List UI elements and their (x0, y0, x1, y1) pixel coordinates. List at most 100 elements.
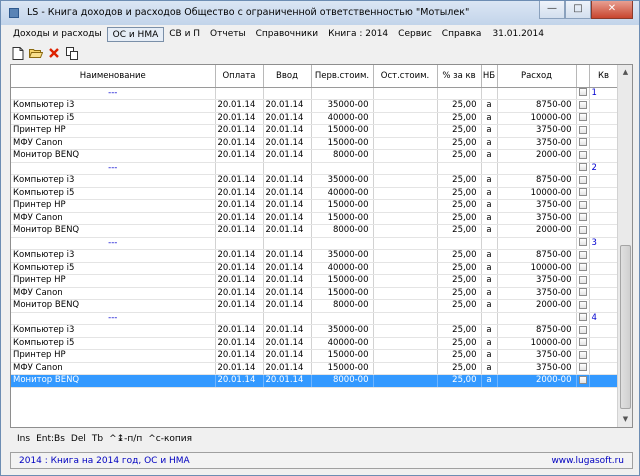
row-checkbox[interactable] (578, 250, 587, 259)
row-checkbox-cell[interactable] (576, 374, 590, 388)
scroll-down-icon[interactable]: ▼ (618, 412, 632, 427)
close-button[interactable]: ✕ (591, 1, 633, 19)
row-checkbox-cell[interactable] (576, 174, 590, 188)
menu-item-1[interactable]: ОС и НМА (106, 26, 165, 42)
column-header-2[interactable]: Ввод (263, 65, 312, 88)
row-checkbox-cell[interactable] (576, 212, 590, 225)
row-checkbox[interactable] (578, 188, 587, 196)
row-checkbox[interactable] (578, 238, 587, 246)
column-header-9[interactable]: Кв (589, 65, 619, 88)
table-row[interactable]: Монитор BENQ 20.01.14 20.01.14 8000-00 25,00… (11, 224, 619, 238)
row-checkbox-cell[interactable] (576, 312, 590, 325)
row-checkbox[interactable] (578, 288, 587, 296)
table-row[interactable]: МФУ Canon 20.01.14 20.01.14 15000-00 25,00 a 3… (11, 287, 619, 300)
row-checkbox-cell[interactable] (576, 112, 590, 125)
title-bar[interactable]: LS - Книга доходов и расходов Общество с… (1, 1, 639, 25)
row-checkbox-cell[interactable] (576, 349, 590, 363)
column-header-5[interactable]: % за кв (437, 65, 482, 88)
menu-item-7[interactable]: Справка (437, 27, 487, 42)
row-checkbox-cell[interactable] (576, 287, 590, 300)
website-link[interactable]: www.lugasoft.ru (551, 456, 624, 466)
row-checkbox-cell[interactable] (576, 87, 590, 100)
table-row[interactable]: Монитор BENQ 20.01.14 20.01.14 8000-00 25,00… (11, 299, 619, 313)
row-checkbox-cell[interactable] (576, 199, 590, 213)
scroll-thumb[interactable] (620, 245, 631, 409)
menu-item-3[interactable]: Отчеты (205, 27, 251, 42)
row-checkbox[interactable] (578, 263, 587, 271)
table-row[interactable]: Компьютер i5 20.01.14 20.01.14 40000-00 25,0… (11, 337, 619, 350)
row-checkbox[interactable] (578, 275, 587, 284)
delete-icon[interactable] (47, 46, 61, 60)
maximize-button[interactable]: □ (565, 1, 591, 19)
row-checkbox-cell[interactable] (576, 149, 590, 163)
row-checkbox[interactable] (578, 138, 587, 146)
row-checkbox-cell[interactable] (576, 187, 590, 200)
table-row[interactable]: Компьютер i5 20.01.14 20.01.14 40000-00 25,0… (11, 112, 619, 125)
new-document-icon[interactable] (11, 46, 25, 60)
column-header-8[interactable] (576, 65, 590, 88)
table-row[interactable]: Компьютер i3 20.01.14 20.01.14 35000-00 25,0… (11, 324, 619, 338)
table-row[interactable]: Монитор BENQ 20.01.14 20.01.14 8000-00 25,00… (11, 149, 619, 163)
row-checkbox[interactable] (578, 350, 587, 359)
table-row[interactable]: Принтер HP 20.01.14 20.01.14 15000-00 25,00 a… (11, 199, 619, 213)
row-checkbox[interactable] (578, 325, 587, 334)
column-header-7[interactable]: Расход (497, 65, 577, 88)
table-row[interactable]: МФУ Canon 20.01.14 20.01.14 15000-00 25,00 a 3… (11, 362, 619, 375)
vertical-scrollbar[interactable]: ▲ ▼ (617, 65, 632, 427)
table-row[interactable]: Принтер HP 20.01.14 20.01.14 15000-00 25,00 a… (11, 349, 619, 363)
menu-item-0[interactable]: Доходы и расходы (8, 27, 107, 42)
row-checkbox[interactable] (578, 163, 587, 171)
quarter-group-row[interactable]: --- 1 (11, 87, 619, 100)
row-checkbox-cell[interactable] (576, 137, 590, 150)
scroll-up-icon[interactable]: ▲ (618, 65, 632, 80)
row-checkbox[interactable] (578, 363, 587, 371)
minimize-button[interactable]: — (539, 1, 565, 19)
quarter-group-row[interactable]: --- 4 (11, 312, 619, 325)
row-checkbox[interactable] (578, 313, 587, 321)
row-checkbox[interactable] (578, 300, 587, 309)
quarter-group-row[interactable]: --- 3 (11, 237, 619, 250)
row-checkbox-cell[interactable] (576, 274, 590, 288)
row-checkbox[interactable] (578, 125, 587, 134)
table-row[interactable]: Принтер HP 20.01.14 20.01.14 15000-00 25,00 a… (11, 124, 619, 138)
table-row[interactable]: МФУ Canon 20.01.14 20.01.14 15000-00 25,00 a 3… (11, 212, 619, 225)
row-checkbox-cell[interactable] (576, 262, 590, 275)
row-checkbox-cell[interactable] (576, 362, 590, 375)
open-folder-icon[interactable] (29, 46, 43, 60)
row-checkbox[interactable] (578, 213, 587, 221)
row-checkbox[interactable] (578, 100, 587, 109)
column-header-4[interactable]: Ост.стоим. (373, 65, 438, 88)
row-checkbox-cell[interactable] (576, 99, 590, 113)
column-header-1[interactable]: Оплата (215, 65, 264, 88)
row-checkbox[interactable] (578, 150, 587, 159)
table-row[interactable]: МФУ Canon 20.01.14 20.01.14 15000-00 25,00 a 3… (11, 137, 619, 150)
row-checkbox-cell[interactable] (576, 324, 590, 338)
row-checkbox-cell[interactable] (576, 162, 590, 175)
row-checkbox-cell[interactable] (576, 337, 590, 350)
row-checkbox[interactable] (578, 200, 587, 209)
table-row[interactable]: Компьютер i3 20.01.14 20.01.14 35000-00 25,0… (11, 99, 619, 113)
row-checkbox-cell[interactable] (576, 224, 590, 238)
row-checkbox[interactable] (578, 225, 587, 234)
table-row[interactable]: Принтер HP 20.01.14 20.01.14 15000-00 25,00 a… (11, 274, 619, 288)
menu-item-4[interactable]: Справочники (251, 27, 324, 42)
table-row[interactable]: Компьютер i5 20.01.14 20.01.14 40000-00 25,0… (11, 187, 619, 200)
row-checkbox[interactable] (578, 338, 587, 346)
row-checkbox-cell[interactable] (576, 299, 590, 313)
row-checkbox[interactable] (578, 175, 587, 184)
assets-grid[interactable]: Наименование Оплата Ввод Перв.стоим. Ост.сто… (10, 64, 633, 428)
row-checkbox-cell[interactable] (576, 124, 590, 138)
table-row[interactable]: Монитор BENQ 20.01.14 20.01.14 8000-00 25,00… (11, 374, 619, 388)
column-header-0[interactable]: Наименование (11, 65, 216, 88)
menu-item-5[interactable]: Книга : 2014 (323, 27, 393, 42)
table-row[interactable]: Компьютер i3 20.01.14 20.01.14 35000-00 25,0… (11, 174, 619, 188)
menu-item-2[interactable]: СВ и П (164, 27, 205, 42)
column-header-3[interactable]: Перв.стоим. (311, 65, 374, 88)
copy-icon[interactable] (65, 46, 79, 60)
menu-item-6[interactable]: Сервис (393, 27, 437, 42)
row-checkbox-cell[interactable] (576, 237, 590, 250)
row-checkbox[interactable] (578, 375, 587, 384)
row-checkbox[interactable] (578, 88, 587, 96)
quarter-group-row[interactable]: --- 2 (11, 162, 619, 175)
table-row[interactable]: Компьютер i5 20.01.14 20.01.14 40000-00 25,0… (11, 262, 619, 275)
